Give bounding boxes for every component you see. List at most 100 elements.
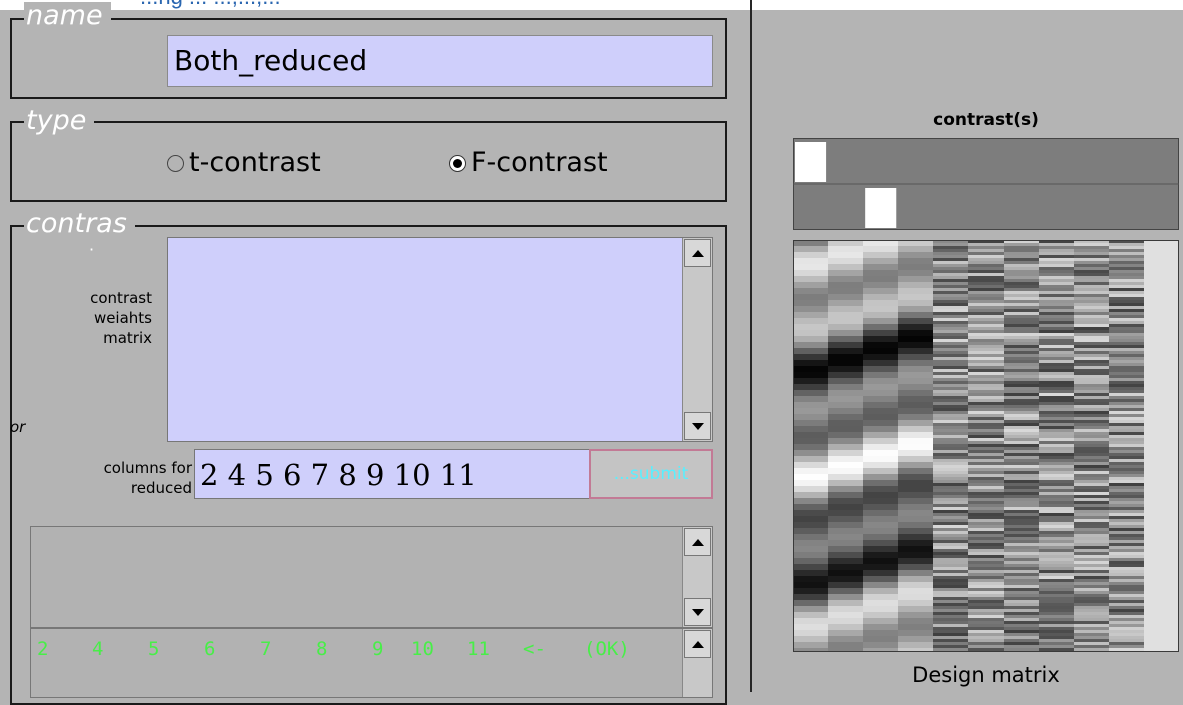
- design-matrix-cell: [793, 534, 828, 540]
- design-matrix-cell: [1039, 627, 1074, 630]
- reduced-columns-input[interactable]: 2 4 5 6 7 8 9 10 11: [194, 449, 590, 499]
- design-matrix-cell: [1039, 447, 1074, 450]
- design-matrix-cell: [863, 384, 898, 390]
- design-matrix-cell: [1039, 642, 1074, 645]
- design-matrix-cell: [1074, 561, 1109, 564]
- design-matrix-cell: [933, 363, 968, 366]
- design-matrix-cell: [968, 576, 1004, 579]
- design-matrix-cell: [933, 390, 968, 393]
- design-matrix-cell: [1074, 354, 1109, 357]
- design-matrix-cell: [968, 294, 1004, 297]
- design-matrix-cell: [1074, 258, 1109, 261]
- evaluated-columns-list[interactable]: 2 4 5 6 7 8 9 10 11 <- (OK): [30, 628, 713, 698]
- design-matrix-cell: [898, 402, 933, 408]
- design-matrix-cell: [968, 372, 1004, 375]
- design-matrix-cell: [1074, 420, 1109, 423]
- design-matrix-cell: [828, 342, 863, 348]
- design-matrix-cell: [863, 630, 898, 636]
- design-matrix-cell: [968, 606, 1004, 609]
- design-matrix-cell: [898, 486, 933, 492]
- design-matrix-cell: [1109, 546, 1144, 549]
- design-matrix-cell: [1109, 438, 1144, 441]
- design-matrix-cell: [793, 330, 828, 336]
- design-matrix-cell: [1004, 591, 1039, 594]
- design-matrix-cell: [1074, 576, 1109, 579]
- submit-button[interactable]: ...submit: [589, 449, 713, 499]
- design-matrix-cell: [933, 624, 968, 627]
- weights-scrollbar[interactable]: [682, 238, 712, 441]
- design-matrix-cell: [1004, 483, 1039, 486]
- design-matrix-cell: [1039, 384, 1074, 387]
- design-matrix-cell: [968, 363, 1004, 366]
- design-matrix-cell: [793, 444, 828, 450]
- design-matrix-cell: [1109, 279, 1144, 282]
- design-matrix-cell: [1004, 486, 1039, 489]
- design-matrix-cell: [1039, 378, 1074, 381]
- design-matrix-cell: [863, 306, 898, 312]
- t-contrast-radio-circle[interactable]: [167, 154, 184, 172]
- design-matrix-cell: [933, 384, 968, 387]
- weights-matrix-textarea[interactable]: [167, 237, 713, 442]
- design-matrix-cell: [1004, 342, 1039, 345]
- design-matrix-cell: [1039, 636, 1074, 639]
- f-contrast-radio[interactable]: F-contrast: [449, 148, 608, 178]
- design-matrix-cell: [968, 627, 1004, 630]
- message-area[interactable]: [30, 526, 713, 628]
- list-item: 2: [37, 638, 49, 660]
- design-matrix-cell: [1039, 315, 1074, 318]
- contrast-name-input[interactable]: Both_reduced: [167, 35, 713, 87]
- design-matrix-cell: [1004, 543, 1039, 546]
- design-matrix-cell: [1039, 345, 1074, 348]
- design-matrix-cell: [898, 396, 933, 402]
- design-matrix-cell: [863, 480, 898, 486]
- design-matrix-cell: [863, 402, 898, 408]
- design-matrix-cell: [968, 396, 1004, 399]
- f-contrast-radio-circle[interactable]: [449, 154, 466, 172]
- design-matrix-cell: [1074, 459, 1109, 462]
- design-matrix-cell: [793, 282, 828, 288]
- design-matrix-cell: [968, 417, 1004, 420]
- design-matrix-cell: [1004, 600, 1039, 603]
- design-matrix-cell: [1074, 246, 1109, 249]
- design-matrix-cell: [1004, 321, 1039, 324]
- design-matrix-cell: [1074, 294, 1109, 297]
- weights-scroll-down-icon[interactable]: [684, 412, 711, 440]
- message-scrollbar[interactable]: [682, 527, 712, 627]
- design-matrix-cell: [1004, 402, 1039, 405]
- design-matrix-cell: [793, 378, 828, 384]
- design-matrix-cell: [793, 558, 828, 564]
- design-matrix-cell: [1109, 606, 1144, 609]
- list-scroll-up-icon[interactable]: [684, 630, 711, 658]
- design-constant-column: [1144, 240, 1179, 652]
- design-matrix-cell: [1039, 594, 1074, 597]
- design-matrix-cell: [1109, 522, 1144, 525]
- design-matrix-cell: [1004, 255, 1039, 258]
- t-contrast-radio[interactable]: t-contrast: [167, 148, 321, 178]
- design-matrix-cell: [933, 414, 968, 417]
- design-matrix-cell: [828, 318, 863, 324]
- design-matrix-cell: [1109, 246, 1144, 249]
- design-matrix-cell: [968, 639, 1004, 642]
- message-scroll-up-icon[interactable]: [684, 528, 711, 556]
- design-matrix-cell: [1039, 573, 1074, 576]
- design-matrix-cell: [1074, 321, 1109, 324]
- design-matrix-cell: [898, 534, 933, 540]
- design-matrix-cell: [1074, 639, 1109, 642]
- design-matrix-cell: [968, 414, 1004, 417]
- design-matrix-cell: [1074, 492, 1109, 495]
- design-matrix-cell: [828, 486, 863, 492]
- design-matrix-cell: [1039, 585, 1074, 588]
- design-matrix-cell: [793, 270, 828, 276]
- design-matrix-cell: [968, 291, 1004, 294]
- message-scroll-down-icon[interactable]: [684, 598, 711, 626]
- design-matrix-cell: [933, 576, 968, 579]
- design-matrix-cell: [968, 495, 1004, 498]
- design-matrix-cell: [1004, 606, 1039, 609]
- design-matrix-cell: [968, 369, 1004, 372]
- design-matrix-cell: [933, 468, 968, 471]
- weights-scroll-up-icon[interactable]: [684, 239, 711, 267]
- design-matrix-cell: [933, 264, 968, 267]
- design-matrix-cell: [863, 276, 898, 282]
- design-matrix-cell: [828, 432, 863, 438]
- list-scrollbar[interactable]: [682, 629, 712, 697]
